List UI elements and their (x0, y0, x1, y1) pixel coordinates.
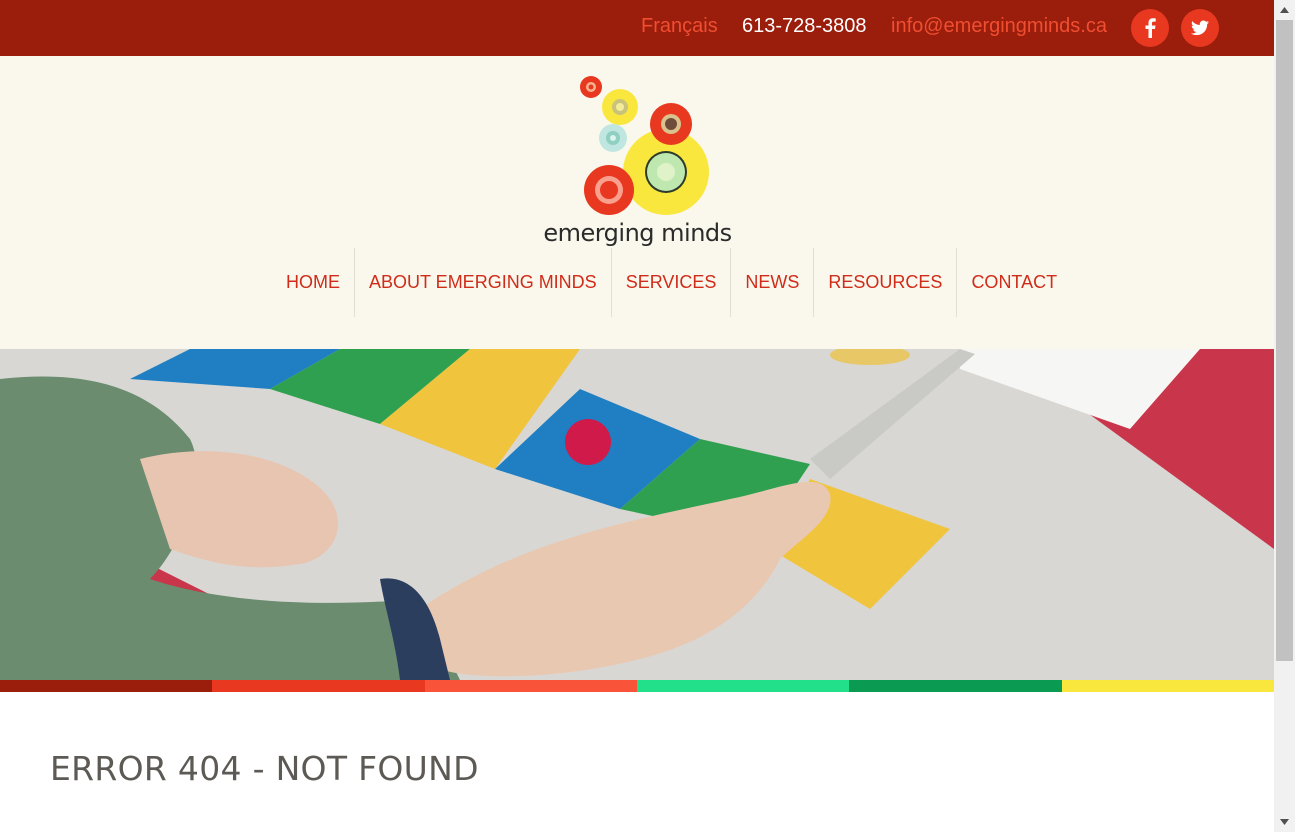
nav-item-home[interactable]: HOME (253, 248, 354, 317)
email-link[interactable]: info@emergingminds.ca (891, 15, 1107, 38)
top-bar: Français 613-728-3808 info@emergingminds… (0, 0, 1274, 56)
main-nav: HOME ABOUT EMERGING MINDS SERVICES NEWS … (253, 248, 1071, 317)
nav-item-resources[interactable]: RESOURCES (813, 248, 956, 317)
stripe (212, 680, 425, 692)
vertical-scrollbar[interactable] (1274, 0, 1295, 832)
site-header: emerging minds HOME ABOUT EMERGING MINDS… (0, 56, 1274, 349)
twitter-button[interactable] (1181, 9, 1219, 47)
page-title: ERROR 404 - NOT FOUND (50, 749, 479, 788)
site-logo[interactable]: emerging minds (530, 76, 745, 251)
language-link[interactable]: Français (641, 15, 718, 38)
logo-text: emerging minds (543, 219, 732, 247)
page: Français 613-728-3808 info@emergingminds… (0, 0, 1274, 832)
nav-item-contact[interactable]: CONTACT (956, 248, 1071, 317)
stripe (0, 680, 213, 692)
facebook-button[interactable] (1131, 9, 1169, 47)
stripe (849, 680, 1062, 692)
hero-image (0, 349, 1274, 680)
stripe (636, 680, 850, 692)
nav-item-about[interactable]: ABOUT EMERGING MINDS (354, 248, 611, 317)
scrollbar-thumb[interactable] (1276, 20, 1293, 661)
twitter-icon (1191, 20, 1209, 36)
phone-number: 613-728-3808 (742, 15, 867, 37)
stripe (424, 680, 637, 692)
logo-circles-graphic (580, 76, 709, 215)
facebook-icon (1145, 18, 1156, 38)
stripe (1061, 680, 1274, 692)
nav-item-services[interactable]: SERVICES (610, 248, 731, 317)
scroll-up-arrow-icon[interactable] (1274, 0, 1295, 20)
color-stripes (0, 680, 1274, 692)
scroll-down-arrow-icon[interactable] (1274, 812, 1295, 832)
main-content: ERROR 404 - NOT FOUND (0, 692, 1274, 832)
nav-item-news[interactable]: NEWS (730, 248, 813, 317)
hero-illustration (0, 349, 1274, 680)
